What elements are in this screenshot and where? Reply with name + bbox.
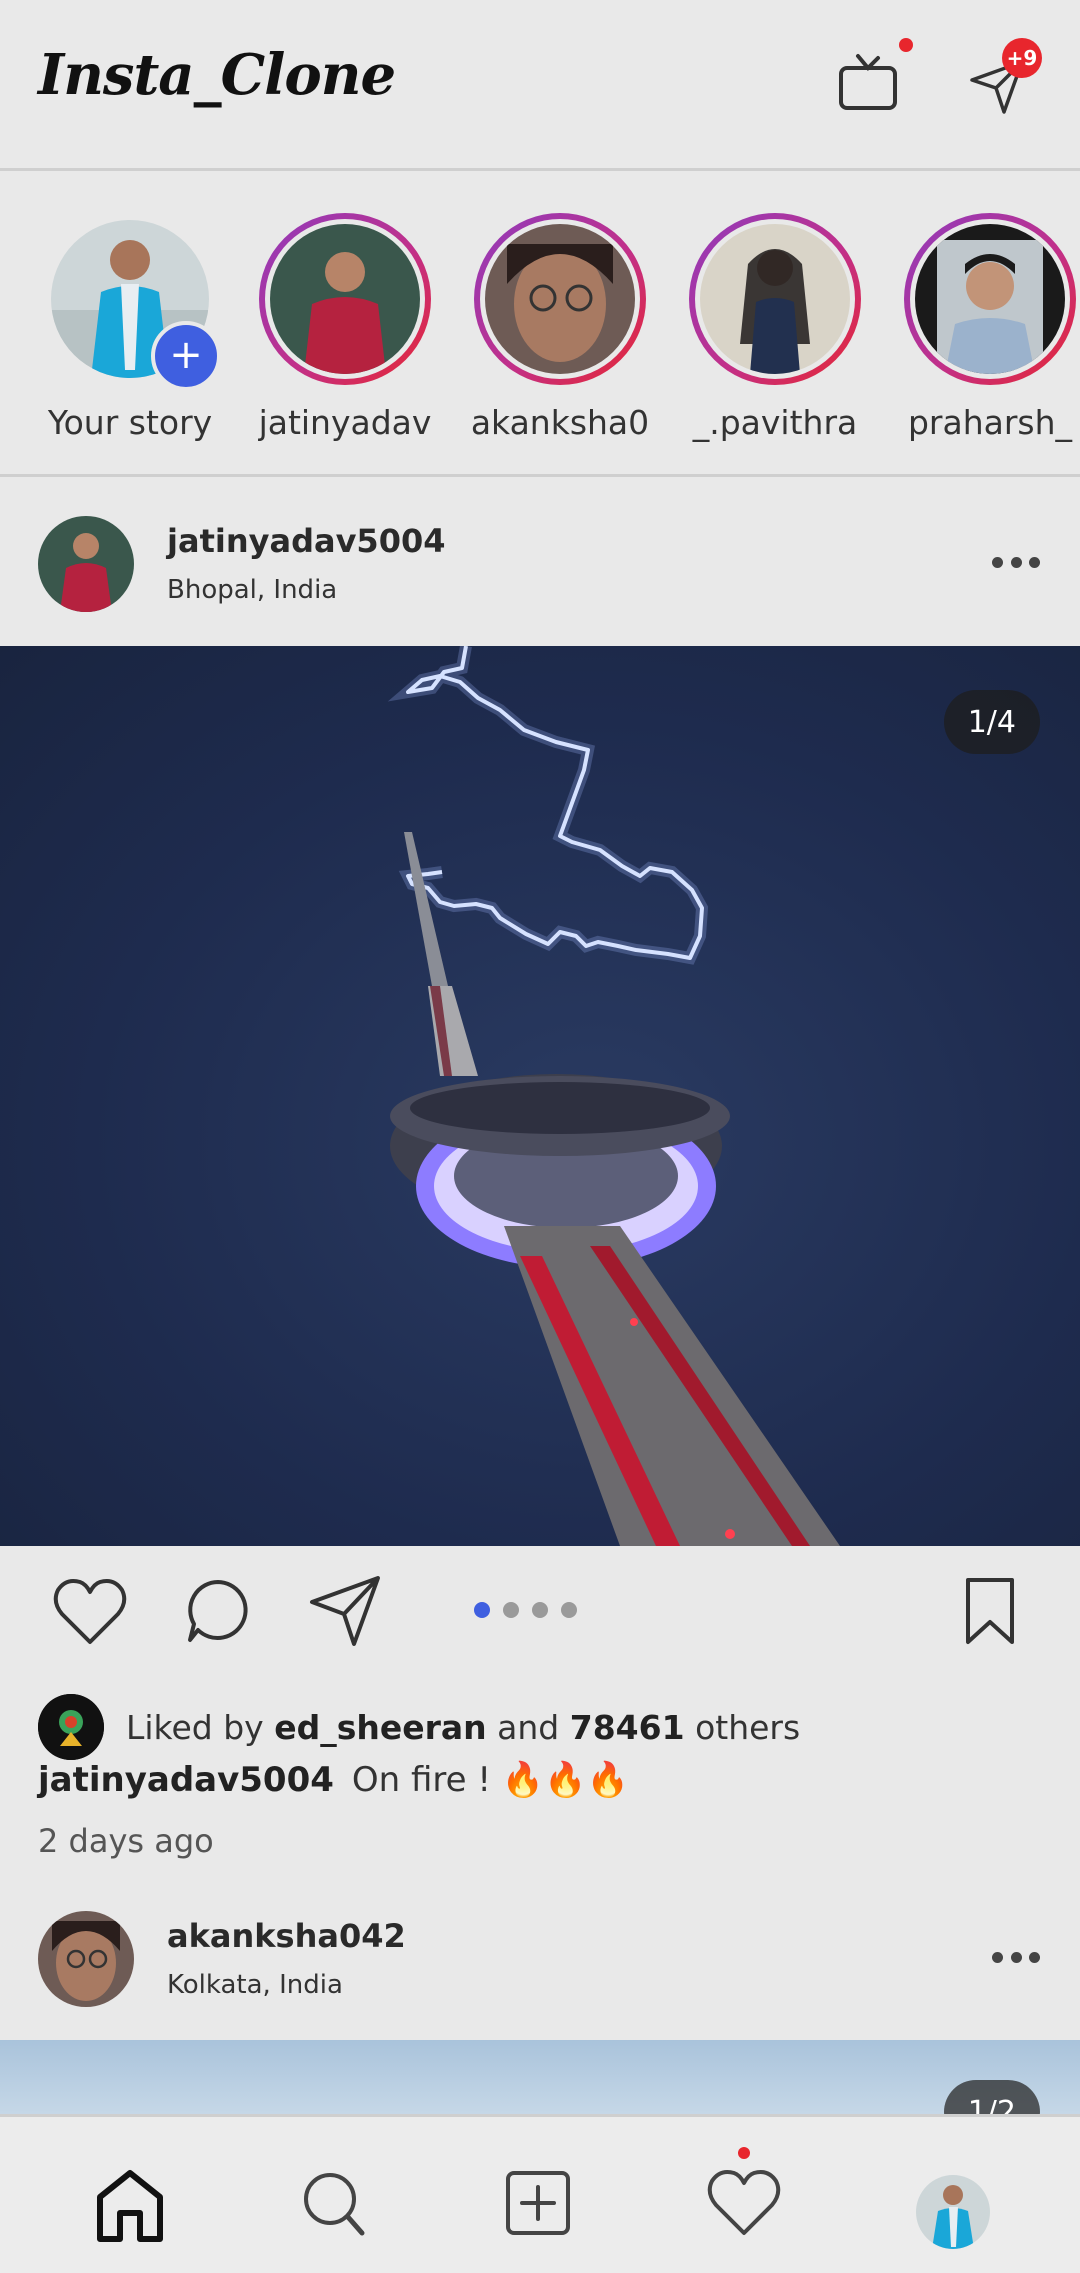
- post-timestamp: 2 days ago: [38, 1822, 214, 1860]
- nav-activity[interactable]: [706, 2167, 782, 2243]
- likes-count[interactable]: 78461: [570, 1708, 685, 1747]
- search-icon: [304, 2173, 365, 2236]
- stories-tray[interactable]: + Your story jatinyadav akanksha0 _.pavi…: [0, 171, 1080, 477]
- story-ring: [689, 213, 861, 385]
- caption-text: On fire ! 🔥🔥🔥: [351, 1760, 629, 1800]
- post-options-button[interactable]: [992, 1952, 1040, 1968]
- post-photo-tower: [387, 646, 840, 1546]
- post-username[interactable]: jatinyadav5004: [167, 522, 445, 560]
- add-story-button[interactable]: +: [151, 321, 221, 391]
- like-button[interactable]: [52, 1576, 128, 1652]
- post-actions-bar: [0, 1546, 1080, 1676]
- post-location[interactable]: Bhopal, India: [167, 575, 337, 605]
- likes-suffix: others: [695, 1707, 801, 1747]
- post-author-avatar[interactable]: [38, 1911, 134, 2007]
- story-label: _.pavithra: [692, 403, 858, 442]
- carousel-indicator: [474, 1602, 577, 1618]
- likes-text: Liked by ed_sheeran and 78461 others: [126, 1708, 800, 1747]
- nav-home[interactable]: [94, 2167, 166, 2247]
- igtv-button[interactable]: [836, 50, 900, 114]
- post-image[interactable]: 1/2: [0, 2040, 1080, 2120]
- liked-by-and: and: [497, 1707, 560, 1747]
- profile-avatar: [916, 2175, 990, 2249]
- post-header: akanksha042 Kolkata, India: [0, 1872, 1080, 2042]
- post-options-button[interactable]: [992, 557, 1040, 573]
- post-image[interactable]: 1/4: [0, 646, 1080, 1546]
- post-username[interactable]: akanksha042: [167, 1917, 406, 1955]
- carousel-counter: 1/4: [943, 690, 1040, 754]
- story-label: akanksha0: [470, 403, 650, 442]
- story-ring: [904, 213, 1076, 385]
- story-avatar: [270, 224, 420, 374]
- activity-heart-icon: [707, 2170, 781, 2235]
- story-pavithra[interactable]: _.pavithra: [680, 213, 870, 442]
- story-label: Your story: [47, 403, 213, 442]
- story-avatar: [915, 224, 1065, 374]
- post-header: jatinyadav5004 Bhopal, India: [0, 477, 1080, 647]
- story-akanksha0[interactable]: akanksha0: [465, 213, 655, 442]
- liked-by-user[interactable]: ed_sheeran: [274, 1708, 486, 1747]
- app-logo: Insta_Clone: [38, 42, 396, 108]
- bottom-navigation: [0, 2114, 1080, 2273]
- story-jatinyadav[interactable]: jatinyadav: [250, 213, 440, 442]
- tv-notification-dot: [899, 38, 913, 52]
- tv-icon: [839, 54, 897, 110]
- share-button[interactable]: [308, 1574, 384, 1652]
- story-label: jatinyadav: [258, 403, 432, 442]
- heart-icon: [53, 1579, 127, 1644]
- save-button[interactable]: [962, 1576, 1018, 1650]
- add-post-icon: [506, 2171, 570, 2235]
- home-icon: [97, 2170, 163, 2242]
- comment-button[interactable]: [184, 1576, 252, 1650]
- carousel-dot: [532, 1602, 548, 1618]
- story-ring: [259, 213, 431, 385]
- story-avatar: [485, 224, 635, 374]
- messages-badge: +9: [1002, 38, 1042, 78]
- story-avatar: [700, 224, 850, 374]
- carousel-dot: [503, 1602, 519, 1618]
- post-author-avatar[interactable]: [38, 516, 134, 612]
- post-caption: jatinyadav5004 On fire ! 🔥🔥🔥: [38, 1760, 629, 1800]
- story-your-story[interactable]: + Your story: [35, 213, 225, 442]
- bookmark-icon: [966, 1578, 1014, 1644]
- liker-avatar: [38, 1694, 104, 1760]
- top-app-bar: Insta_Clone +9: [0, 0, 1080, 171]
- post-location[interactable]: Kolkata, India: [167, 1970, 343, 2000]
- carousel-dot: [561, 1602, 577, 1618]
- story-praharsh[interactable]: praharsh_: [895, 213, 1080, 442]
- nav-create-post[interactable]: [504, 2167, 572, 2243]
- story-label: praharsh_: [907, 403, 1073, 442]
- nav-profile[interactable]: [916, 2175, 990, 2249]
- liked-by-prefix: Liked by: [126, 1707, 264, 1747]
- activity-notification-dot: [738, 2147, 750, 2159]
- comment-icon: [188, 1580, 248, 1642]
- share-icon: [310, 1576, 380, 1646]
- nav-search[interactable]: [300, 2167, 368, 2243]
- caption-username[interactable]: jatinyadav5004: [38, 1760, 334, 1800]
- likes-row[interactable]: Liked by ed_sheeran and 78461 others: [38, 1692, 800, 1762]
- carousel-dot-active: [474, 1602, 490, 1618]
- story-ring: [474, 213, 646, 385]
